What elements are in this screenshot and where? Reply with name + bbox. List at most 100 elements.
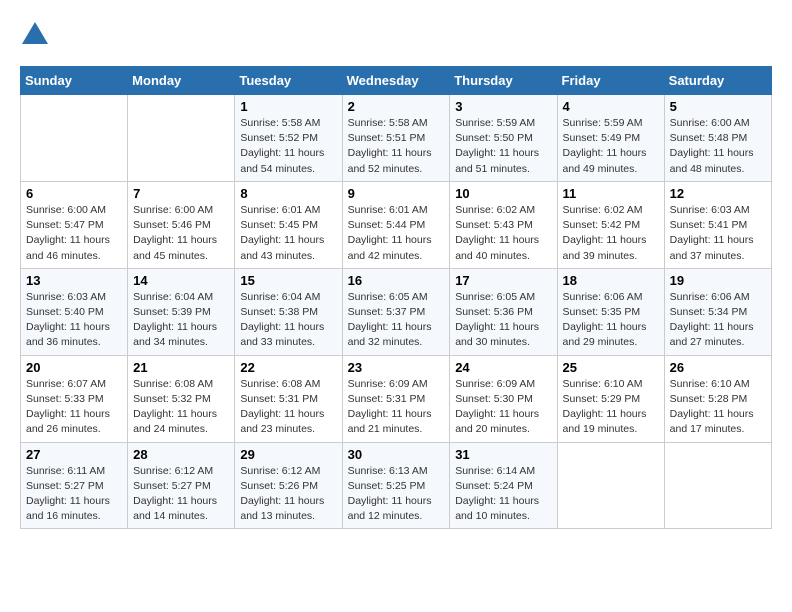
day-cell xyxy=(21,95,128,182)
day-number: 15 xyxy=(240,273,336,288)
day-info: Sunrise: 6:09 AM Sunset: 5:30 PM Dayligh… xyxy=(455,377,551,438)
day-number: 31 xyxy=(455,447,551,462)
logo-icon xyxy=(20,20,50,50)
day-number: 18 xyxy=(563,273,659,288)
day-number: 23 xyxy=(348,360,445,375)
day-cell: 10 Sunrise: 6:02 AM Sunset: 5:43 PM Dayli… xyxy=(450,181,557,268)
header-row: SundayMondayTuesdayWednesdayThursdayFrid… xyxy=(21,67,772,95)
day-number: 20 xyxy=(26,360,122,375)
day-cell: 7Sunrise: 6:00 AM Sunset: 5:46 PM Daylig… xyxy=(128,181,235,268)
day-info: Sunrise: 6:10 AM Sunset: 5:29 PM Dayligh… xyxy=(563,377,659,438)
col-header-saturday: Saturday xyxy=(664,67,771,95)
day-info: Sunrise: 6:06 AM Sunset: 5:35 PM Dayligh… xyxy=(563,290,659,351)
day-cell: 11Sunrise: 6:02 AM Sunset: 5:42 PM Dayli… xyxy=(557,181,664,268)
day-number: 13 xyxy=(26,273,122,288)
day-info: Sunrise: 6:03 AM Sunset: 5:41 PM Dayligh… xyxy=(670,203,766,264)
day-info: Sunrise: 6:13 AM Sunset: 5:25 PM Dayligh… xyxy=(348,464,445,525)
day-info: Sunrise: 6:10 AM Sunset: 5:28 PM Dayligh… xyxy=(670,377,766,438)
day-number: 30 xyxy=(348,447,445,462)
day-cell: 25 Sunrise: 6:10 AM Sunset: 5:29 PM Dayli… xyxy=(557,355,664,442)
day-cell: 30 Sunrise: 6:13 AM Sunset: 5:25 PM Dayli… xyxy=(342,442,450,529)
day-info: Sunrise: 6:01 AM Sunset: 5:45 PM Dayligh… xyxy=(240,203,336,264)
day-number: 27 xyxy=(26,447,122,462)
day-cell: 4 Sunrise: 5:59 AM Sunset: 5:49 PM Daylig… xyxy=(557,95,664,182)
day-info: Sunrise: 6:11 AM Sunset: 5:27 PM Dayligh… xyxy=(26,464,122,525)
day-info: Sunrise: 6:12 AM Sunset: 5:26 PM Dayligh… xyxy=(240,464,336,525)
day-info: Sunrise: 6:02 AM Sunset: 5:43 PM Dayligh… xyxy=(455,203,551,264)
col-header-tuesday: Tuesday xyxy=(235,67,342,95)
day-number: 26 xyxy=(670,360,766,375)
day-cell: 26 Sunrise: 6:10 AM Sunset: 5:28 PM Dayli… xyxy=(664,355,771,442)
day-info: Sunrise: 6:00 AM Sunset: 5:48 PM Dayligh… xyxy=(670,116,766,177)
day-cell: 15 Sunrise: 6:04 AM Sunset: 5:38 PM Dayli… xyxy=(235,268,342,355)
logo xyxy=(20,20,54,50)
day-info: Sunrise: 6:06 AM Sunset: 5:34 PM Dayligh… xyxy=(670,290,766,351)
col-header-sunday: Sunday xyxy=(21,67,128,95)
day-cell: 1 Sunrise: 5:58 AM Sunset: 5:52 PM Daylig… xyxy=(235,95,342,182)
day-cell: 27 Sunrise: 6:11 AM Sunset: 5:27 PM Dayli… xyxy=(21,442,128,529)
day-number: 12 xyxy=(670,186,766,201)
day-number: 4 xyxy=(563,99,659,114)
day-cell: 17Sunrise: 6:05 AM Sunset: 5:36 PM Dayli… xyxy=(450,268,557,355)
day-number: 16 xyxy=(348,273,445,288)
day-cell: 22 Sunrise: 6:08 AM Sunset: 5:31 PM Dayli… xyxy=(235,355,342,442)
col-header-friday: Friday xyxy=(557,67,664,95)
day-number: 14 xyxy=(133,273,229,288)
day-cell: 19 Sunrise: 6:06 AM Sunset: 5:34 PM Dayli… xyxy=(664,268,771,355)
day-info: Sunrise: 6:04 AM Sunset: 5:39 PM Dayligh… xyxy=(133,290,229,351)
day-cell xyxy=(664,442,771,529)
day-number: 21 xyxy=(133,360,229,375)
day-info: Sunrise: 6:02 AM Sunset: 5:42 PM Dayligh… xyxy=(563,203,659,264)
day-number: 24 xyxy=(455,360,551,375)
day-cell: 29 Sunrise: 6:12 AM Sunset: 5:26 PM Dayli… xyxy=(235,442,342,529)
day-cell: 23 Sunrise: 6:09 AM Sunset: 5:31 PM Dayli… xyxy=(342,355,450,442)
day-info: Sunrise: 5:59 AM Sunset: 5:50 PM Dayligh… xyxy=(455,116,551,177)
week-row-5: 27 Sunrise: 6:11 AM Sunset: 5:27 PM Dayli… xyxy=(21,442,772,529)
day-cell: 21 Sunrise: 6:08 AM Sunset: 5:32 PM Dayli… xyxy=(128,355,235,442)
col-header-thursday: Thursday xyxy=(450,67,557,95)
week-row-2: 6 Sunrise: 6:00 AM Sunset: 5:47 PM Daylig… xyxy=(21,181,772,268)
col-header-wednesday: Wednesday xyxy=(342,67,450,95)
day-number: 25 xyxy=(563,360,659,375)
day-cell: 9Sunrise: 6:01 AM Sunset: 5:44 PM Daylig… xyxy=(342,181,450,268)
day-info: Sunrise: 5:58 AM Sunset: 5:52 PM Dayligh… xyxy=(240,116,336,177)
day-number: 6 xyxy=(26,186,122,201)
day-cell xyxy=(557,442,664,529)
day-cell: 20 Sunrise: 6:07 AM Sunset: 5:33 PM Dayli… xyxy=(21,355,128,442)
day-cell: 3 Sunrise: 5:59 AM Sunset: 5:50 PM Daylig… xyxy=(450,95,557,182)
day-cell: 12 Sunrise: 6:03 AM Sunset: 5:41 PM Dayli… xyxy=(664,181,771,268)
day-info: Sunrise: 6:08 AM Sunset: 5:31 PM Dayligh… xyxy=(240,377,336,438)
day-cell: 18 Sunrise: 6:06 AM Sunset: 5:35 PM Dayli… xyxy=(557,268,664,355)
page-header xyxy=(20,20,772,50)
day-cell: 31 Sunrise: 6:14 AM Sunset: 5:24 PM Dayli… xyxy=(450,442,557,529)
day-number: 5 xyxy=(670,99,766,114)
day-cell: 13Sunrise: 6:03 AM Sunset: 5:40 PM Dayli… xyxy=(21,268,128,355)
day-cell: 2Sunrise: 5:58 AM Sunset: 5:51 PM Daylig… xyxy=(342,95,450,182)
day-number: 1 xyxy=(240,99,336,114)
day-cell: 28Sunrise: 6:12 AM Sunset: 5:27 PM Dayli… xyxy=(128,442,235,529)
day-number: 9 xyxy=(348,186,445,201)
week-row-3: 13Sunrise: 6:03 AM Sunset: 5:40 PM Dayli… xyxy=(21,268,772,355)
day-info: Sunrise: 6:05 AM Sunset: 5:37 PM Dayligh… xyxy=(348,290,445,351)
day-info: Sunrise: 6:09 AM Sunset: 5:31 PM Dayligh… xyxy=(348,377,445,438)
day-cell: 24 Sunrise: 6:09 AM Sunset: 5:30 PM Dayli… xyxy=(450,355,557,442)
day-number: 22 xyxy=(240,360,336,375)
day-info: Sunrise: 6:14 AM Sunset: 5:24 PM Dayligh… xyxy=(455,464,551,525)
day-number: 29 xyxy=(240,447,336,462)
day-number: 2 xyxy=(348,99,445,114)
day-info: Sunrise: 6:04 AM Sunset: 5:38 PM Dayligh… xyxy=(240,290,336,351)
day-info: Sunrise: 6:08 AM Sunset: 5:32 PM Dayligh… xyxy=(133,377,229,438)
calendar-table: SundayMondayTuesdayWednesdayThursdayFrid… xyxy=(20,66,772,529)
day-number: 17 xyxy=(455,273,551,288)
day-cell: 8 Sunrise: 6:01 AM Sunset: 5:45 PM Daylig… xyxy=(235,181,342,268)
day-cell: 5 Sunrise: 6:00 AM Sunset: 5:48 PM Daylig… xyxy=(664,95,771,182)
day-info: Sunrise: 6:00 AM Sunset: 5:47 PM Dayligh… xyxy=(26,203,122,264)
day-number: 19 xyxy=(670,273,766,288)
day-info: Sunrise: 5:59 AM Sunset: 5:49 PM Dayligh… xyxy=(563,116,659,177)
day-info: Sunrise: 6:07 AM Sunset: 5:33 PM Dayligh… xyxy=(26,377,122,438)
day-number: 10 xyxy=(455,186,551,201)
day-number: 3 xyxy=(455,99,551,114)
day-number: 8 xyxy=(240,186,336,201)
day-cell: 14 Sunrise: 6:04 AM Sunset: 5:39 PM Dayli… xyxy=(128,268,235,355)
week-row-4: 20 Sunrise: 6:07 AM Sunset: 5:33 PM Dayli… xyxy=(21,355,772,442)
